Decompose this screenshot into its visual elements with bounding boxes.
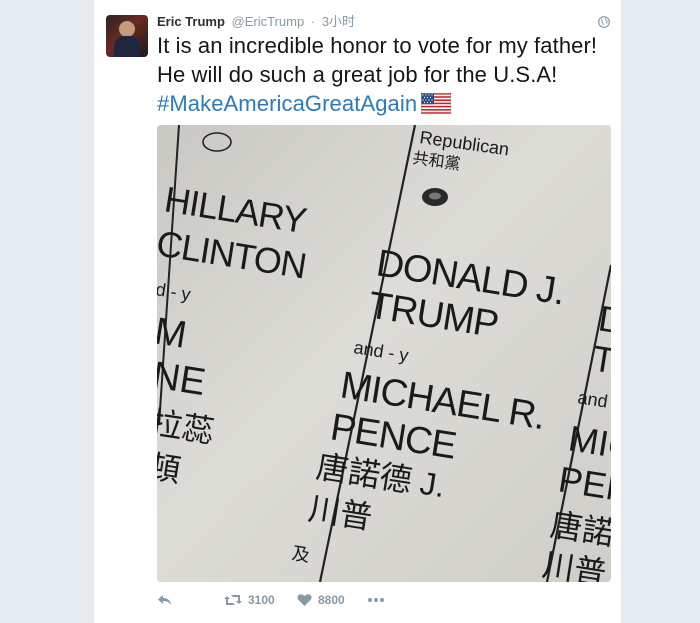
page: Eric Trump @EricTrump · 3小时 It is an inc… [0, 0, 700, 623]
author-name[interactable]: Eric Trump [157, 14, 225, 29]
more-icon [368, 598, 384, 602]
retweet-button[interactable]: 3100 [224, 590, 275, 610]
ballot-left-vp2: NE [157, 354, 208, 404]
more-button[interactable] [367, 590, 385, 610]
author-handle[interactable]: @EricTrump [232, 14, 305, 29]
reply-icon [158, 595, 171, 605]
hashtag-link[interactable]: #MakeAmericaGreatAgain [157, 91, 417, 116]
tweet-actions: 3100 8800 [157, 590, 617, 610]
retweet-count: 3100 [248, 593, 275, 607]
like-count: 8800 [318, 593, 345, 607]
us-flag-icon [421, 93, 452, 114]
tweet-header: Eric Trump @EricTrump · 3小时 [157, 13, 355, 31]
like-button[interactable]: 8800 [297, 590, 345, 610]
tweet-timestamp[interactable]: 3小时 [322, 14, 355, 29]
tweet-text: It is an incredible honor to vote for my… [157, 31, 612, 118]
ballot-photo[interactable]: Republican 共和黨 HILLARY CLINTON d - y M N… [157, 125, 611, 582]
avatar[interactable] [106, 15, 148, 57]
header-separator: · [310, 14, 316, 29]
tweet-card: Eric Trump @EricTrump · 3小时 It is an inc… [93, 0, 622, 623]
heart-icon [297, 594, 312, 606]
globe-icon [598, 16, 610, 28]
tweet-body: It is an incredible honor to vote for my… [157, 33, 598, 87]
retweet-icon [224, 595, 242, 605]
reply-button[interactable] [157, 590, 173, 610]
ballot-mid-zh3: 及 [290, 543, 311, 566]
